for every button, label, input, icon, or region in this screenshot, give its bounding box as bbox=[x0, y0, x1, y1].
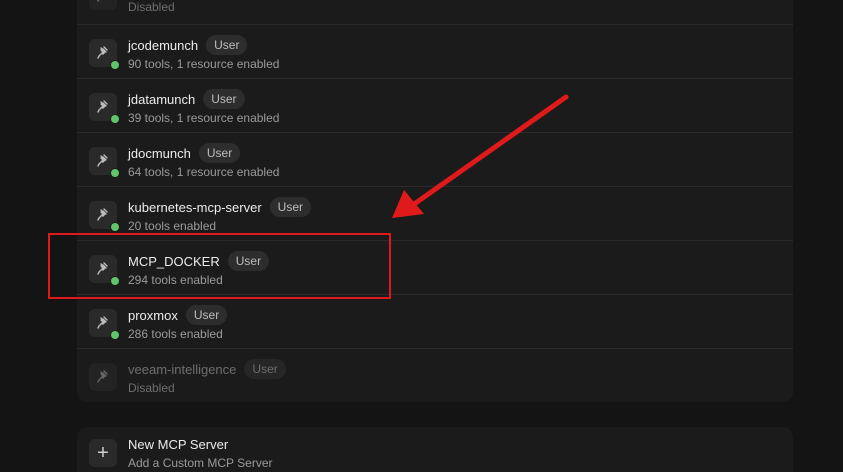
server-name-line: jdocmunch User bbox=[128, 142, 241, 164]
status-enabled-dot bbox=[110, 276, 120, 286]
server-name-line: veeam-intelligence User bbox=[128, 358, 286, 380]
server-row-mcp-docker[interactable]: MCP_DOCKER User 294 tools enabled bbox=[77, 240, 793, 295]
server-name-line: MCP_DOCKER User bbox=[128, 250, 270, 272]
server-name: veeam-intelligence bbox=[128, 361, 237, 377]
server-row-disabled-top[interactable]: Disabled bbox=[77, 0, 793, 22]
server-status-text: 294 tools enabled bbox=[128, 273, 223, 287]
mcp-settings-page: Disabled jcodemunch User 90 tools, 1 res… bbox=[0, 0, 843, 472]
status-enabled-dot bbox=[110, 330, 120, 340]
scope-badge: User bbox=[206, 35, 248, 55]
server-status-text: 64 tools, 1 resource enabled bbox=[128, 165, 280, 179]
server-name-line: jcodemunch User bbox=[128, 34, 248, 56]
new-server-title: New MCP Server bbox=[128, 437, 229, 452]
server-name-line: kubernetes-mcp-server User bbox=[128, 196, 311, 218]
scope-badge: User bbox=[185, 305, 228, 325]
server-status-text: 20 tools enabled bbox=[128, 219, 217, 233]
scope-badge: User bbox=[198, 143, 241, 163]
scope-badge: User bbox=[203, 89, 245, 109]
status-enabled-dot bbox=[110, 114, 120, 124]
scope-badge: User bbox=[269, 197, 311, 217]
server-name: jdatamunch bbox=[128, 91, 196, 107]
server-row-proxmox[interactable]: proxmox User 286 tools enabled bbox=[77, 294, 793, 349]
server-status-text: Disabled bbox=[128, 381, 175, 395]
server-status-text: 39 tools, 1 resource enabled bbox=[128, 111, 280, 125]
server-name-line: jdatamunch User bbox=[128, 88, 245, 110]
status-enabled-dot bbox=[110, 168, 120, 178]
server-name: jdocmunch bbox=[128, 145, 191, 161]
server-name: MCP_DOCKER bbox=[128, 253, 220, 269]
server-status-text: 90 tools, 1 resource enabled bbox=[128, 57, 280, 71]
plug-icon bbox=[89, 0, 117, 10]
scope-badge: User bbox=[244, 359, 286, 379]
server-row-veeam-intelligence[interactable]: veeam-intelligence User Disabled bbox=[77, 348, 793, 403]
mcp-server-list: Disabled jcodemunch User 90 tools, 1 res… bbox=[77, 0, 793, 402]
server-status-text: 286 tools enabled bbox=[128, 327, 223, 341]
status-enabled-dot bbox=[110, 222, 120, 232]
new-mcp-server-button[interactable]: + New MCP Server Add a Custom MCP Server bbox=[77, 427, 793, 472]
server-name: jcodemunch bbox=[128, 37, 199, 53]
plug-icon bbox=[89, 363, 117, 391]
scope-badge: User bbox=[227, 251, 270, 271]
plus-icon: + bbox=[89, 439, 117, 467]
server-status-text: Disabled bbox=[128, 0, 175, 14]
new-server-subtitle: Add a Custom MCP Server bbox=[128, 456, 273, 470]
server-name: kubernetes-mcp-server bbox=[128, 199, 262, 215]
server-name-line: proxmox User bbox=[128, 304, 228, 326]
server-row-kubernetes-mcp-server[interactable]: kubernetes-mcp-server User 20 tools enab… bbox=[77, 186, 793, 241]
status-enabled-dot bbox=[110, 60, 120, 70]
server-row-jdocmunch[interactable]: jdocmunch User 64 tools, 1 resource enab… bbox=[77, 132, 793, 187]
server-row-jcodemunch[interactable]: jcodemunch User 90 tools, 1 resource ena… bbox=[77, 24, 793, 79]
server-name: proxmox bbox=[128, 307, 178, 323]
server-row-jdatamunch[interactable]: jdatamunch User 39 tools, 1 resource ena… bbox=[77, 78, 793, 133]
